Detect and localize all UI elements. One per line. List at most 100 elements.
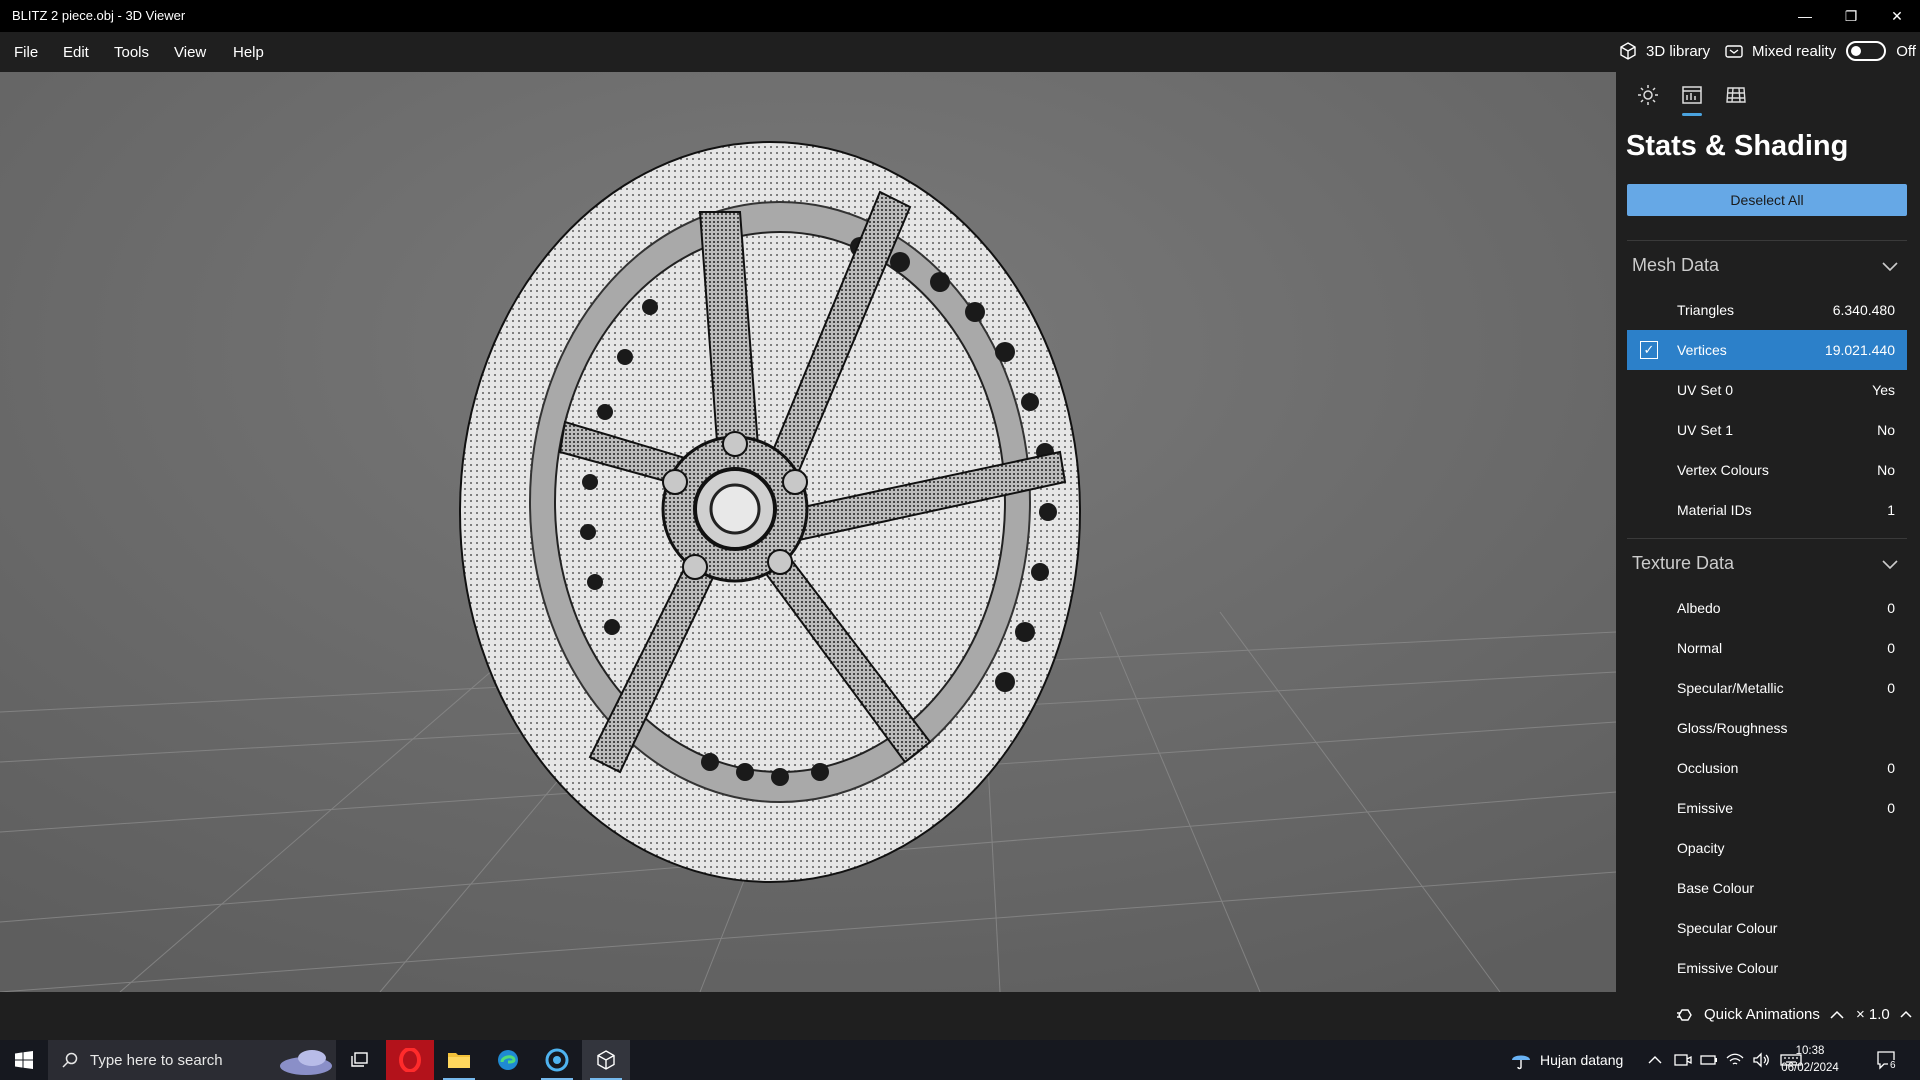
close-button[interactable]: ✕ — [1874, 0, 1920, 32]
notification-center-button[interactable]: 6 — [1876, 1040, 1898, 1080]
battery-icon[interactable] — [1700, 1052, 1718, 1068]
chevron-up-icon — [1830, 1010, 1844, 1019]
chevron-up-icon[interactable] — [1648, 1055, 1662, 1065]
mixed-reality-label: Mixed reality — [1752, 42, 1837, 60]
texture-row-emissive-colour[interactable]: Emissive Colour — [1627, 948, 1907, 988]
windows-logo-icon — [15, 1051, 33, 1069]
taskbar-3d-viewer[interactable] — [582, 1040, 630, 1080]
row-label: Vertex Colours — [1677, 462, 1769, 478]
clock-time: 10:38 — [1795, 1045, 1825, 1057]
texture-row-occlusion[interactable]: Occlusion 0 — [1627, 748, 1907, 788]
row-value: 0 — [1887, 680, 1895, 696]
menu-tools[interactable]: Tools — [114, 44, 149, 61]
mesh-row-triangles[interactable]: Triangles 6.340.480 — [1627, 290, 1907, 330]
panel-title: Stats & Shading — [1626, 130, 1849, 162]
weather-widget[interactable]: Hujan datang — [1510, 1040, 1623, 1080]
row-label: Material IDs — [1677, 502, 1752, 518]
wheel-model-render[interactable] — [0, 72, 1616, 992]
3d-library-button[interactable]: 3D library — [1618, 41, 1710, 61]
menu-view[interactable]: View — [174, 44, 206, 61]
mesh-row-uv-set-0[interactable]: UV Set 0 Yes — [1627, 370, 1907, 410]
folder-icon — [448, 1053, 470, 1068]
stats-icon — [1682, 86, 1702, 104]
minimize-button[interactable]: — — [1782, 0, 1828, 32]
deselect-all-button[interactable]: Deselect All — [1627, 184, 1907, 216]
speed-control[interactable]: × 1.0 — [1856, 1006, 1912, 1023]
tab-stats[interactable] — [1670, 84, 1714, 116]
animation-bar: Quick Animations × 1.0 — [0, 992, 1920, 1040]
mesh-row-material-ids[interactable]: Material IDs 1 — [1627, 490, 1907, 530]
row-label: Emissive Colour — [1677, 960, 1779, 976]
texture-row-base-colour[interactable]: Base Colour — [1627, 868, 1907, 908]
texture-row-specular-metallic[interactable]: Specular/Metallic 0 — [1627, 668, 1907, 708]
row-label: Albedo — [1677, 600, 1721, 616]
texture-row-specular-colour[interactable]: Specular Colour — [1627, 908, 1907, 948]
row-value: 0 — [1887, 640, 1895, 656]
restore-button[interactable]: ❐ — [1828, 0, 1874, 32]
start-button[interactable] — [0, 1040, 48, 1080]
mesh-data-header[interactable]: Mesh Data — [1632, 255, 1719, 276]
texture-row-emissive[interactable]: Emissive 0 — [1627, 788, 1907, 828]
taskbar-app-chrome-like[interactable] — [533, 1040, 581, 1080]
taskbar-opera-app[interactable] — [386, 1040, 434, 1080]
search-highlight-icon — [280, 1050, 332, 1075]
row-label: UV Set 1 — [1677, 422, 1734, 438]
row-value: 1 — [1887, 502, 1895, 518]
3d-viewport[interactable] — [0, 72, 1616, 992]
3d-viewer-icon — [597, 1050, 615, 1070]
mesh-row-vertex-colours[interactable]: Vertex Colours No — [1627, 450, 1907, 490]
umbrella-rain-icon — [1512, 1055, 1530, 1070]
cube-icon — [1620, 42, 1636, 60]
grid-icon — [1726, 87, 1746, 103]
lighting-icon — [1638, 85, 1658, 105]
meet-now-icon[interactable] — [1674, 1052, 1692, 1068]
tab-grid[interactable] — [1714, 84, 1758, 110]
menu-edit[interactable]: Edit — [63, 44, 89, 61]
texture-row-normal[interactable]: Normal 0 — [1627, 628, 1907, 668]
panel-tabs — [1626, 84, 1758, 116]
taskbar-search-box[interactable]: Type here to search — [48, 1040, 336, 1080]
row-label: Gloss/Roughness — [1677, 720, 1788, 736]
windows-taskbar: Type here to search Hujan datang 10:38 0… — [0, 1040, 1920, 1080]
edge-icon — [498, 1050, 518, 1070]
taskbar-file-explorer[interactable] — [435, 1040, 483, 1080]
row-label: Triangles — [1677, 302, 1735, 318]
row-value: 6.340.480 — [1832, 302, 1895, 318]
task-view-icon — [351, 1052, 368, 1067]
row-label: Emissive — [1677, 800, 1734, 816]
menu-help[interactable]: Help — [233, 44, 264, 61]
stats-shading-panel: Stats & Shading Deselect All Mesh Data T… — [1616, 72, 1920, 992]
quick-animations-label: Quick Animations — [1704, 1006, 1820, 1023]
divider — [1627, 538, 1907, 539]
texture-row-gloss-roughness[interactable]: Gloss/Roughness — [1627, 708, 1907, 748]
mesh-row-vertices[interactable]: ✓ Vertices 19.021.440 — [1627, 330, 1907, 370]
search-icon — [62, 1052, 78, 1068]
tab-lighting[interactable] — [1626, 84, 1670, 110]
volume-icon[interactable] — [1752, 1052, 1770, 1068]
chevron-up-icon — [1900, 1010, 1912, 1018]
row-value: 0 — [1887, 800, 1895, 816]
mixed-reality-button[interactable]: Mixed reality Off — [1724, 41, 1916, 61]
mesh-row-uv-set-1[interactable]: UV Set 1 No — [1627, 410, 1907, 450]
row-label: Opacity — [1677, 840, 1725, 856]
texture-row-opacity[interactable]: Opacity — [1627, 828, 1907, 868]
menu-file[interactable]: File — [14, 44, 38, 61]
row-label: Normal — [1677, 640, 1723, 656]
opera-icon — [399, 1048, 421, 1072]
task-view-button[interactable] — [336, 1040, 384, 1080]
texture-data-header[interactable]: Texture Data — [1632, 553, 1734, 574]
quick-animations-button[interactable]: Quick Animations — [1676, 1006, 1844, 1023]
wifi-icon[interactable] — [1726, 1052, 1744, 1068]
chevron-down-icon[interactable] — [1882, 262, 1898, 272]
mixed-reality-toggle[interactable] — [1846, 41, 1887, 61]
row-label: Specular/Metallic — [1677, 680, 1784, 696]
row-label: Specular Colour — [1677, 920, 1778, 936]
taskbar-clock[interactable]: 10:38 06/02/2024 — [1780, 1043, 1840, 1077]
texture-row-albedo[interactable]: Albedo 0 — [1627, 588, 1907, 628]
row-value: 19.021.440 — [1824, 342, 1895, 358]
checkbox-checked-icon[interactable]: ✓ — [1640, 341, 1658, 359]
taskbar-edge-browser[interactable] — [484, 1040, 532, 1080]
chevron-down-icon[interactable] — [1882, 560, 1898, 570]
clock-date: 06/02/2024 — [1781, 1062, 1839, 1074]
system-tray-icons — [1648, 1040, 1802, 1080]
